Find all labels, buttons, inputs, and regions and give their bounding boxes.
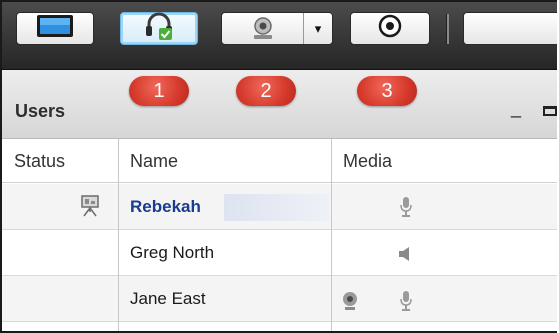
record-button[interactable] xyxy=(350,12,430,45)
webcam-button[interactable]: ▾ xyxy=(221,12,333,45)
microphone-icon xyxy=(399,290,413,317)
chevron-down-icon: ▾ xyxy=(314,20,322,36)
audio-button[interactable] xyxy=(120,12,198,45)
presenter-icon xyxy=(80,194,100,223)
webcam-dropdown-toggle[interactable]: ▾ xyxy=(303,13,332,44)
column-header-status[interactable]: Status xyxy=(2,139,118,183)
speaker-icon xyxy=(397,246,413,267)
column-header-media[interactable]: Media xyxy=(331,139,557,183)
user-name[interactable]: Jane East xyxy=(118,276,318,322)
webcam-icon xyxy=(341,291,359,316)
microphone-icon xyxy=(399,196,413,223)
column-divider xyxy=(118,139,119,331)
callout-badge-2: 2 xyxy=(236,76,296,106)
toolbar-separator xyxy=(446,14,449,44)
toolbar-overflow-button[interactable] xyxy=(463,12,557,45)
share-screen-button[interactable] xyxy=(16,12,94,45)
user-name[interactable]: Greg North xyxy=(118,230,318,276)
maximize-button[interactable] xyxy=(543,106,557,116)
monitor-icon xyxy=(36,14,74,43)
column-header-name[interactable]: Name xyxy=(118,139,331,183)
callout-badge-1: 1 xyxy=(129,76,189,106)
callout-badge-3: 3 xyxy=(357,76,417,106)
headset-icon xyxy=(142,11,176,46)
user-name[interactable]: Rebekah xyxy=(118,184,318,230)
webcam-icon xyxy=(248,17,278,46)
minimize-button[interactable]: _ xyxy=(511,98,521,119)
app-window: ▾ Users _ 1 2 3 Status Name Media Rebeka… xyxy=(0,0,557,333)
column-divider xyxy=(331,139,332,331)
record-icon xyxy=(377,13,403,44)
panel-title: Users xyxy=(15,101,66,121)
toolbar: ▾ xyxy=(2,2,557,70)
